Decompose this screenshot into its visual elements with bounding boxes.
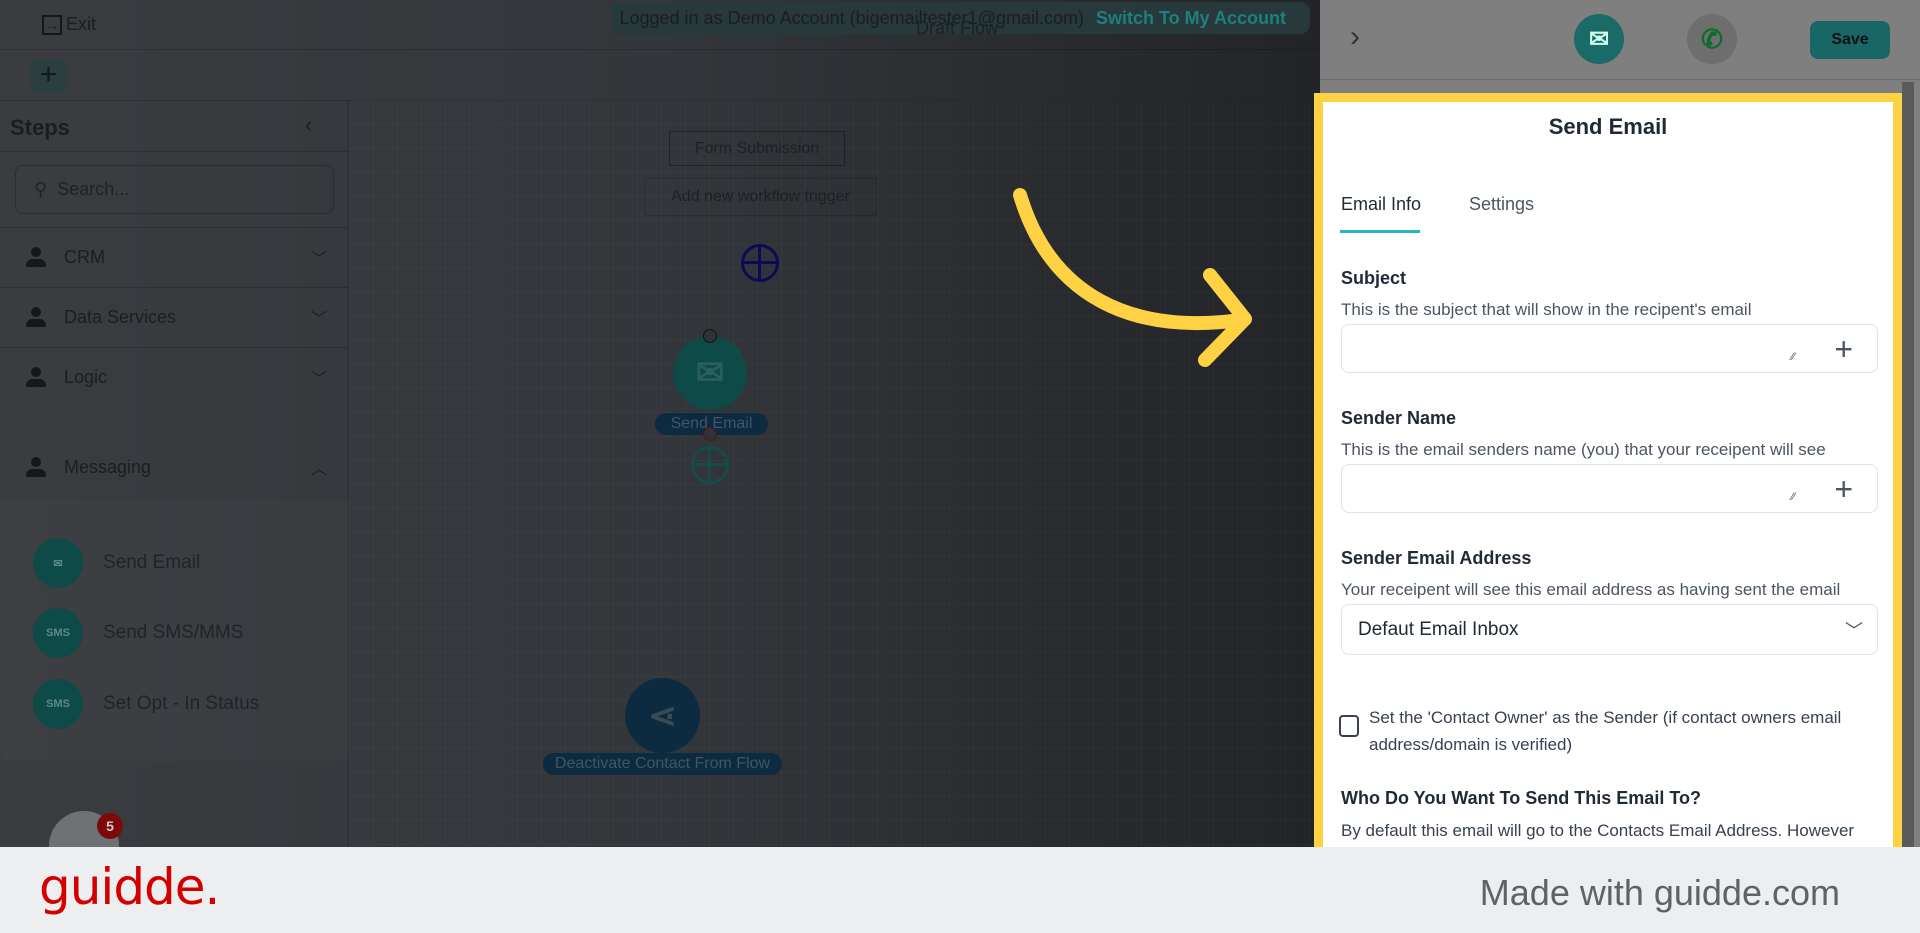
divider — [0, 227, 349, 228]
node-handle[interactable] — [703, 427, 717, 441]
category-label: Messaging — [64, 456, 152, 477]
active-tab-indicator — [1340, 230, 1420, 233]
tab-email-info[interactable]: Email Info — [1341, 194, 1421, 215]
scrollbar[interactable] — [1902, 82, 1914, 847]
insert-field-plus-icon[interactable]: + — [1834, 471, 1853, 508]
switch-account-link[interactable]: Switch To My Account — [1096, 8, 1286, 29]
sender-name-input[interactable]: ⁄⁄ + — [1341, 464, 1878, 513]
step-label: Send Email — [103, 552, 201, 573]
chevron-right-icon[interactable]: › — [1350, 20, 1360, 54]
sender-name-label: Sender Name — [1341, 408, 1457, 428]
chevron-down-icon: ﹀ — [310, 371, 327, 388]
guidde-logo: guidde. — [39, 858, 220, 916]
deactivate-contact-node[interactable]: Deactivate Contact From Flow — [543, 753, 782, 775]
resize-handle-icon: ⁄⁄ — [1791, 491, 1795, 503]
trigger-form-submission[interactable]: Form Submission — [669, 131, 845, 166]
chevron-down-icon: ﹀ — [1845, 621, 1863, 641]
share-node-icon[interactable]: ⋖ — [625, 678, 700, 753]
exit-icon: → — [42, 14, 62, 35]
save-button[interactable]: Save — [1810, 21, 1890, 59]
sender-email-help: Your receipent will see this email addre… — [1341, 580, 1841, 599]
step-set-opt-in[interactable]: SMS Set Opt - In Status — [33, 678, 259, 730]
add-step-plus-icon[interactable] — [741, 244, 779, 282]
category-messaging[interactable]: Messaging ︿ — [0, 439, 349, 495]
user-icon — [26, 247, 46, 267]
exit-label: Exit — [66, 14, 97, 34]
sender-email-label: Sender Email Address — [1341, 548, 1532, 568]
divider — [0, 347, 349, 348]
made-with-guidde: Made with guidde.com — [1479, 872, 1840, 913]
divider — [0, 151, 349, 152]
send-email-node-icon[interactable]: ✉ — [673, 336, 747, 410]
user-icon — [26, 457, 46, 477]
chevron-down-icon: ﹀ — [310, 251, 327, 268]
user-icon — [26, 367, 46, 387]
selected-value: Defaut Email Inbox — [1358, 619, 1519, 640]
tab-settings[interactable]: Settings — [1469, 194, 1534, 215]
add-trigger-button[interactable]: Add new workflow trigger — [644, 178, 877, 216]
contact-owner-label: Set the 'Contact Owner' as the Sender (i… — [1369, 708, 1842, 754]
step-label: Set Opt - In Status — [103, 693, 260, 714]
panel-title: Send Email — [1548, 114, 1668, 139]
notification-badge: 5 — [97, 813, 123, 839]
arrow-pointer-icon — [1013, 188, 1252, 367]
collapse-sidebar-icon[interactable]: ‹ — [305, 112, 312, 138]
contact-owner-checkbox[interactable] — [1339, 715, 1359, 737]
search-input[interactable]: ⚲ Search... — [15, 165, 334, 214]
category-label: CRM — [64, 246, 105, 267]
sender-name-help: This is the email senders name (you) tha… — [1341, 440, 1826, 459]
sender-email-select[interactable]: Defaut Email Inbox ﹀ — [1341, 604, 1878, 655]
flow-title: Draft Flow — [916, 18, 999, 38]
email-icon[interactable]: ✉ — [1574, 14, 1624, 64]
add-button[interactable]: + — [30, 59, 67, 93]
subject-label: Subject — [1341, 268, 1407, 288]
add-step-plus-icon[interactable] — [691, 446, 729, 484]
banner-text: Logged in as Demo Account (bigemailteste… — [619, 7, 1084, 28]
step-send-email[interactable]: ✉ Send Email — [33, 537, 200, 589]
node-handle[interactable] — [703, 329, 717, 343]
category-label: Data Services — [64, 306, 177, 327]
sidebar-title: Steps — [10, 115, 70, 140]
subject-help: This is the subject that will show in th… — [1341, 300, 1752, 319]
user-icon — [26, 307, 46, 327]
category-crm[interactable]: CRM ﹀ — [0, 229, 349, 285]
sms-icon: SMS — [33, 608, 83, 658]
recipient-label: Who Do You Want To Send This Email To? — [1341, 788, 1701, 808]
sms-icon: SMS — [33, 679, 83, 729]
category-logic[interactable]: Logic ﹀ — [0, 349, 349, 405]
email-icon: ✉ — [33, 538, 83, 588]
step-send-sms[interactable]: SMS Send SMS/MMS — [33, 607, 243, 659]
subject-input[interactable]: ⁄⁄ + — [1341, 324, 1878, 373]
divider — [0, 287, 349, 288]
chevron-down-icon: ﹀ — [310, 311, 327, 328]
step-label: Send SMS/MMS — [103, 622, 244, 643]
search-placeholder: Search... — [57, 179, 130, 199]
divider — [0, 49, 1320, 50]
category-label: Logic — [64, 366, 108, 387]
exit-button[interactable]: → Exit — [42, 14, 96, 35]
phone-icon[interactable]: ✆ — [1687, 14, 1737, 64]
chevron-up-icon: ︿ — [310, 461, 327, 478]
recipient-help: By default this email will go to the Con… — [1341, 821, 1855, 840]
insert-field-plus-icon[interactable]: + — [1834, 331, 1853, 368]
category-data-services[interactable]: Data Services ﹀ — [0, 289, 349, 345]
resize-handle-icon: ⁄⁄ — [1791, 351, 1795, 363]
search-icon: ⚲ — [34, 179, 48, 199]
